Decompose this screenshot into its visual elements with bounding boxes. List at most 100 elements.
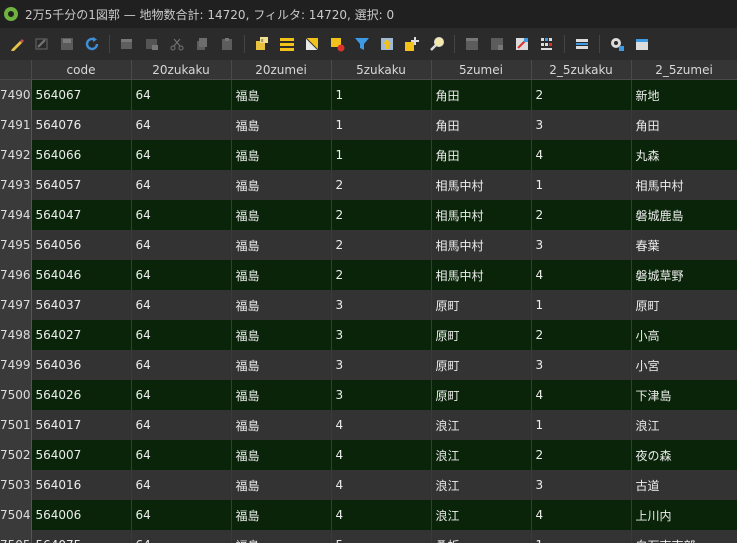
cell-5zumei[interactable]: 相馬中村 — [431, 260, 532, 290]
cell-20zumei[interactable]: 福島 — [231, 170, 332, 200]
row-number[interactable]: 7503 — [0, 470, 32, 500]
cell-2-5zumei[interactable]: 上川内 — [631, 500, 737, 530]
column-header-20zumei[interactable]: 20zumei — [231, 60, 332, 80]
new-field-icon[interactable] — [464, 36, 480, 52]
cell-5zumei[interactable]: 角田 — [431, 110, 532, 140]
delete-feature-icon[interactable] — [144, 36, 160, 52]
cell-2-5zumei[interactable]: 相馬中村 — [631, 170, 737, 200]
pan-to-selected-icon[interactable] — [404, 36, 420, 52]
cell-2-5zukaku[interactable]: 1 — [531, 410, 632, 440]
cell-20zukaku[interactable]: 64 — [131, 79, 232, 110]
table-row[interactable]: 750556407564福島5桑折1白石東南部 — [0, 530, 737, 543]
cell-2-5zumei[interactable]: 浪江 — [631, 410, 737, 440]
table-row[interactable]: 7502 564007 64 福島 4 浪江 2 夜の森 — [0, 440, 737, 470]
row-number[interactable]: 7495 — [0, 230, 32, 260]
table-row[interactable]: 7496 564046 64 福島 2 相馬中村 4 磐城草野 — [0, 260, 737, 290]
row-number[interactable]: 7490 — [0, 79, 32, 110]
cell-2-5zukaku[interactable]: 3 — [531, 350, 632, 380]
column-header-20zukaku[interactable]: 20zukaku — [131, 60, 232, 80]
cell-code[interactable]: 564017 — [31, 410, 132, 440]
table-row[interactable]: 7504 564006 64 福島 4 浪江 4 上川内 — [0, 500, 737, 530]
cell-code[interactable]: 564047 — [31, 200, 132, 230]
cell-5zumei[interactable]: 角田 — [431, 140, 532, 170]
cell-2-5zukaku[interactable]: 3 — [531, 470, 632, 500]
cell-code[interactable]: 564016 — [31, 470, 132, 500]
add-feature-icon[interactable] — [119, 36, 135, 52]
table-row[interactable]: 7493 564057 64 福島 2 相馬中村 1 相馬中村 — [0, 170, 737, 200]
cell-5zukaku[interactable]: 2 — [331, 230, 432, 260]
cell-2-5zukaku[interactable]: 3 — [531, 110, 632, 140]
reload-icon[interactable] — [84, 36, 100, 52]
cell-2-5zumei[interactable]: 角田 — [631, 110, 737, 140]
cell-2-5zumei[interactable]: 小高 — [631, 320, 737, 350]
table-row[interactable]: 7500 564026 64 福島 3 原町 4 下津島 — [0, 380, 737, 410]
field-calculator-icon[interactable] — [514, 36, 530, 52]
cell-5zumei[interactable]: 原町 — [431, 380, 532, 410]
cell-2-5zukaku[interactable]: 1 — [531, 170, 632, 200]
cell-2-5zukaku[interactable]: 4 — [531, 260, 632, 290]
cell-5zumei[interactable]: 原町 — [431, 320, 532, 350]
cell-2-5zukaku[interactable]: 1 — [531, 530, 632, 543]
save-edits-icon[interactable] — [59, 36, 75, 52]
cell-2-5zumei[interactable]: 夜の森 — [631, 440, 737, 470]
cell-20zukaku[interactable]: 64 — [131, 260, 232, 290]
cell-20zukaku[interactable]: 64 — [131, 440, 232, 470]
cell-20zukaku[interactable]: 64 — [131, 140, 232, 170]
cell-2-5zumei[interactable]: 古道 — [631, 470, 737, 500]
row-number[interactable]: 7492 — [0, 140, 32, 170]
cell-5zumei[interactable]: 浪江 — [431, 410, 532, 440]
table-row[interactable]: 7492 564066 64 福島 1 角田 4 丸森 — [0, 140, 737, 170]
multi-edit-icon[interactable] — [34, 36, 50, 52]
row-number[interactable]: 7501 — [0, 410, 32, 440]
table-row[interactable]: 7501 564017 64 福島 4 浪江 1 浪江 — [0, 410, 737, 440]
table-row[interactable]: 7494 564047 64 福島 2 相馬中村 2 磐城鹿島 — [0, 200, 737, 230]
row-number-header[interactable] — [0, 60, 32, 80]
cell-20zukaku[interactable]: 64 — [131, 530, 232, 543]
select-all-icon[interactable] — [279, 36, 295, 52]
row-number[interactable]: 7494 — [0, 200, 32, 230]
cell-20zukaku[interactable]: 64 — [131, 410, 232, 440]
cell-2-5zukaku[interactable]: 1 — [531, 290, 632, 320]
cell-20zukaku[interactable]: 64 — [131, 110, 232, 140]
cell-20zumei[interactable]: 福島 — [231, 410, 332, 440]
cell-20zukaku[interactable]: 64 — [131, 350, 232, 380]
row-number[interactable]: 7498 — [0, 320, 32, 350]
form-view-icon[interactable] — [634, 36, 650, 52]
cell-20zumei[interactable]: 福島 — [231, 500, 332, 530]
cell-2-5zukaku[interactable]: 2 — [531, 200, 632, 230]
cell-5zukaku[interactable]: 4 — [331, 470, 432, 500]
cell-5zumei[interactable]: 浪江 — [431, 440, 532, 470]
cell-5zumei[interactable]: 桑折 — [431, 530, 532, 543]
expression-select-icon[interactable]: ε — [254, 36, 270, 52]
cell-code[interactable]: 564037 — [31, 290, 132, 320]
row-number[interactable]: 7505 — [0, 530, 32, 543]
cell-code[interactable]: 564067 — [31, 79, 132, 110]
cell-20zukaku[interactable]: 64 — [131, 380, 232, 410]
conditional-format-icon[interactable] — [539, 36, 555, 52]
cell-20zumei[interactable]: 福島 — [231, 230, 332, 260]
cell-5zumei[interactable]: 角田 — [431, 79, 532, 110]
column-header-2-5zumei[interactable]: 2_5zumei — [631, 60, 737, 80]
cell-20zukaku[interactable]: 64 — [131, 320, 232, 350]
cell-20zukaku[interactable]: 64 — [131, 290, 232, 320]
cell-20zukaku[interactable]: 64 — [131, 170, 232, 200]
paste-icon[interactable] — [219, 36, 235, 52]
cell-2-5zumei[interactable]: 下津島 — [631, 380, 737, 410]
cell-5zumei[interactable]: 相馬中村 — [431, 230, 532, 260]
cell-code[interactable]: 564056 — [31, 230, 132, 260]
cell-code[interactable]: 564027 — [31, 320, 132, 350]
cell-20zumei[interactable]: 福島 — [231, 140, 332, 170]
cell-5zukaku[interactable]: 5 — [331, 530, 432, 543]
cell-code[interactable]: 564076 — [31, 110, 132, 140]
cell-5zumei[interactable]: 相馬中村 — [431, 170, 532, 200]
cell-5zukaku[interactable]: 3 — [331, 320, 432, 350]
cell-5zukaku[interactable]: 2 — [331, 260, 432, 290]
cell-5zukaku[interactable]: 3 — [331, 290, 432, 320]
cell-2-5zumei[interactable]: 磐城鹿島 — [631, 200, 737, 230]
column-header-code[interactable]: code — [31, 60, 132, 80]
row-number[interactable]: 7497 — [0, 290, 32, 320]
zoom-to-selected-icon[interactable] — [429, 36, 445, 52]
cell-code[interactable]: 564007 — [31, 440, 132, 470]
cell-20zukaku[interactable]: 64 — [131, 470, 232, 500]
cell-20zumei[interactable]: 福島 — [231, 290, 332, 320]
